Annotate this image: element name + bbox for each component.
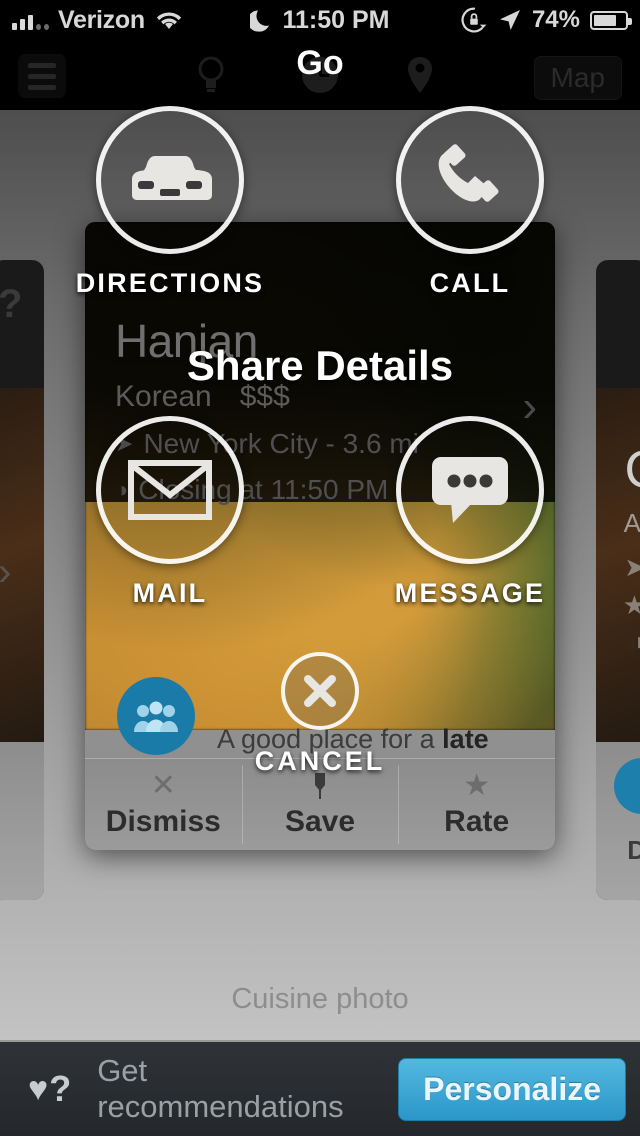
call-label: CALL: [429, 268, 511, 298]
share-option-directions[interactable]: DIRECTIONS: [70, 106, 270, 299]
cancel-label: CANCEL: [254, 746, 386, 776]
share-option-mail[interactable]: MAIL: [70, 416, 270, 609]
car-icon: [124, 149, 216, 211]
share-sheet-title: Share Details: [186, 342, 454, 389]
mail-label: MAIL: [132, 578, 208, 608]
mail-circle: [96, 416, 244, 564]
message-label: MESSAGE: [394, 578, 546, 608]
share-option-call[interactable]: CALL: [370, 106, 570, 299]
share-option-message[interactable]: MESSAGE: [370, 416, 570, 609]
message-circle: [396, 416, 544, 564]
directions-circle: [96, 106, 244, 254]
share-details-overlay: DIRECTIONS CALL Share Details MAIL MESSA…: [0, 0, 640, 1136]
close-x-icon: [298, 669, 342, 713]
speech-bubble-icon: [429, 454, 511, 526]
directions-label: DIRECTIONS: [75, 268, 265, 298]
phone-icon: [429, 139, 511, 221]
call-circle: [396, 106, 544, 254]
envelope-icon: [128, 460, 212, 520]
cancel-circle: [281, 652, 359, 730]
share-cancel[interactable]: CANCEL: [220, 652, 420, 777]
